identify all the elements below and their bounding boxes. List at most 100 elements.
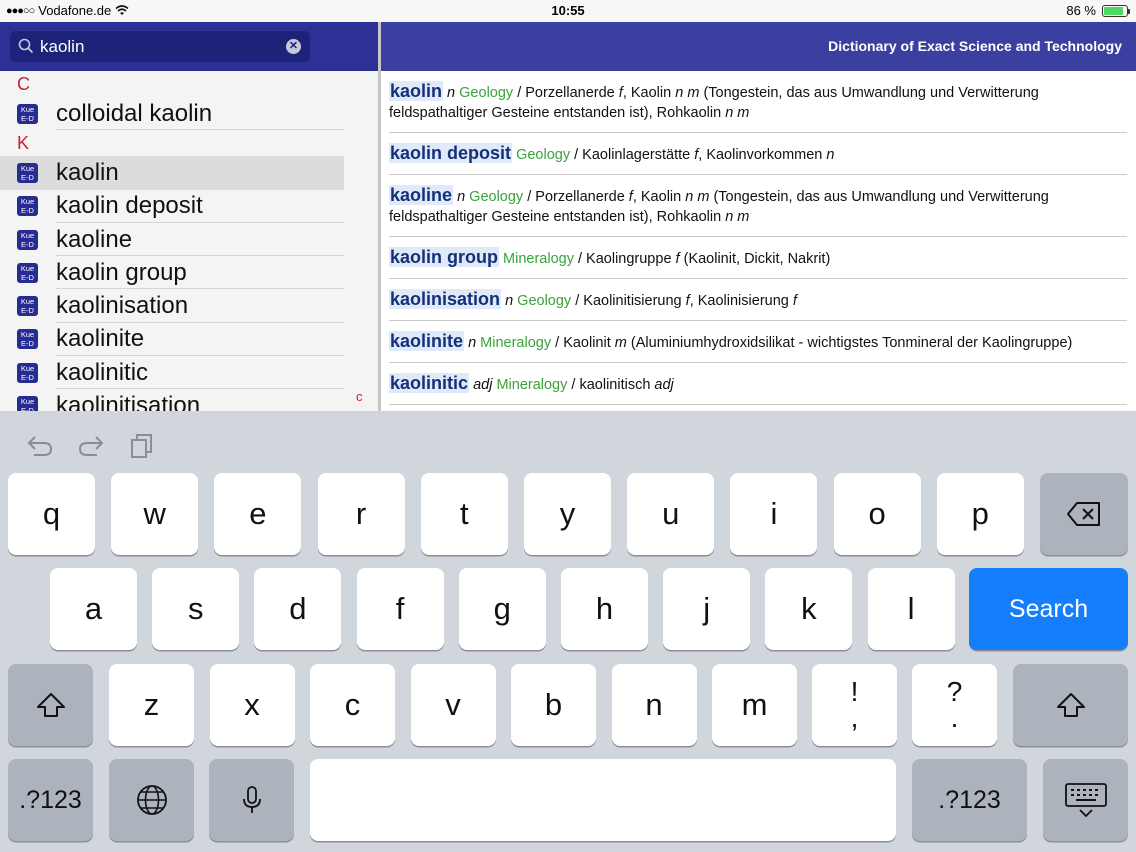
list-item-word: kaolin deposit — [56, 192, 203, 220]
key-e[interactable]: e — [214, 473, 302, 555]
key-i[interactable]: i — [730, 473, 818, 555]
globe-icon — [136, 785, 167, 815]
dictionary-icon-bottom-text: E-D — [21, 339, 34, 349]
key-d[interactable]: d — [254, 568, 342, 650]
key-l[interactable]: l — [867, 568, 955, 650]
key-h[interactable]: h — [561, 568, 648, 650]
dictation-key[interactable] — [209, 759, 294, 841]
microphone-icon — [242, 786, 261, 813]
dictionary-entry[interactable]: kaolin group Mineralogy / Kaolingruppe f… — [389, 237, 1127, 279]
entry-domain: Geology — [469, 189, 524, 205]
list-item[interactable]: Kue E-D kaolinisation — [0, 289, 378, 323]
key-w[interactable]: w — [111, 473, 199, 555]
word-list: C Kue E-D colloidal kaolin K Kue E-D kaolin Kue E… — [0, 71, 378, 411]
entry-headword: kaolinite — [389, 331, 465, 351]
key-z[interactable]: z — [109, 664, 194, 746]
clock: 10:55 — [551, 3, 585, 18]
dismiss-keyboard-key[interactable] — [1043, 759, 1128, 841]
list-item[interactable]: Kue E-D kaolinitic — [0, 356, 378, 390]
entry-part-of-speech: adj — [473, 377, 493, 393]
clear-search-icon[interactable]: ✕ — [286, 39, 301, 54]
list-item-word: kaolin group — [56, 258, 187, 286]
dictionary-icon: Kue E-D — [17, 162, 38, 183]
shift-icon — [1056, 693, 1085, 717]
key-t[interactable]: t — [420, 473, 508, 555]
entry-headword: kaolinitic — [389, 373, 470, 393]
key-question-period[interactable]: ?. — [912, 664, 997, 746]
dictionary-entry[interactable]: kaolin n Geology / Porzellanerde f, Kaol… — [389, 71, 1127, 133]
list-item-word: kaolinite — [56, 325, 145, 353]
backspace-key[interactable] — [1040, 473, 1128, 555]
search-field[interactable]: ✕ — [10, 31, 310, 62]
dictionary-entry[interactable]: kaoline n Geology / Porzellanerde f, Kao… — [389, 175, 1127, 237]
list-item-word: kaolinisation — [56, 292, 189, 320]
key-p[interactable]: p — [936, 473, 1024, 555]
shift-key-right[interactable] — [1013, 664, 1128, 746]
list-item[interactable]: Kue E-D kaolinitisation — [0, 389, 378, 411]
dictionary-icon-bottom-text: E-D — [21, 372, 34, 382]
globe-key[interactable] — [109, 759, 194, 841]
entry-headword: kaoline — [389, 185, 454, 205]
list-item[interactable]: Kue E-D colloidal kaolin — [0, 97, 378, 131]
dictionary-icon-bottom-text: E-D — [21, 272, 34, 282]
entry-domain: Geology — [459, 85, 514, 101]
key-q[interactable]: q — [8, 473, 95, 555]
entry-translation: / Kaolinit m (Aluminiumhydroxidsilikat -… — [555, 335, 1073, 351]
keyboard-dismiss-icon — [1064, 783, 1107, 818]
list-item[interactable]: Kue E-D kaolin deposit — [0, 190, 378, 223]
redo-icon[interactable] — [77, 433, 105, 457]
paste-icon[interactable] — [130, 433, 154, 459]
key-comma-label: , — [850, 702, 859, 733]
dictionary-icon-top-text: Kue — [20, 163, 35, 173]
key-r[interactable]: r — [317, 473, 405, 555]
battery-percent: 86 % — [1066, 3, 1096, 18]
key-n[interactable]: n — [611, 664, 697, 746]
entry-translation: / Kaolinlagerstätte f, Kaolinvorkommen n — [574, 147, 835, 163]
battery-icon — [1102, 4, 1130, 17]
key-m[interactable]: m — [712, 664, 797, 746]
key-v[interactable]: v — [410, 664, 496, 746]
numbers-key-right[interactable]: .?123 — [912, 759, 1027, 841]
dictionary-entry[interactable]: kaolin deposit Geology / Kaolinlagerstät… — [389, 133, 1127, 175]
search-key[interactable]: Search — [969, 568, 1128, 650]
dictionary-icon: Kue E-D — [17, 229, 38, 250]
key-a[interactable]: a — [50, 568, 137, 650]
undo-icon[interactable] — [26, 433, 54, 457]
list-item-word: colloidal kaolin — [56, 99, 213, 127]
space-key[interactable] — [310, 759, 896, 841]
dictionary-entry[interactable]: kaolinitic adj Mineralogy / kaolinitisch… — [389, 363, 1127, 405]
dictionary-title: Dictionary of Exact Science and Technolo… — [381, 22, 1136, 71]
key-x[interactable]: x — [209, 664, 295, 746]
key-j[interactable]: j — [663, 568, 751, 650]
detail-pane: Dictionary of Exact Science and Technolo… — [381, 22, 1136, 411]
shift-key-left[interactable] — [8, 664, 93, 746]
status-bar: ●●●○○ Vodafone.de 10:55 86 % — [0, 0, 1136, 22]
key-f[interactable]: f — [356, 568, 444, 650]
key-c[interactable]: c — [310, 664, 395, 746]
list-item-word: kaolinitic — [56, 358, 149, 386]
dictionary-entry[interactable]: kaolinisation n Geology / Kaolinitisieru… — [389, 279, 1127, 321]
entry-headword: kaolinisation — [389, 289, 502, 309]
key-exclaim-comma[interactable]: !, — [812, 664, 897, 746]
shift-icon — [36, 693, 65, 717]
list-item[interactable]: Kue E-D kaoline — [0, 223, 378, 257]
search-input[interactable] — [40, 34, 280, 59]
key-y[interactable]: y — [524, 473, 611, 555]
entry-translation: / Kaolinitisierung f, Kaolinisierung f — [575, 293, 797, 309]
dictionary-icon: Kue E-D — [17, 362, 38, 383]
numbers-key-left[interactable]: .?123 — [8, 759, 93, 841]
key-g[interactable]: g — [458, 568, 546, 650]
key-s[interactable]: s — [152, 568, 240, 650]
list-item[interactable]: Kue E-D kaolinite — [0, 323, 378, 357]
dictionary-icon-top-text: Kue — [20, 397, 35, 407]
entry-part-of-speech: n — [505, 293, 514, 309]
list-item[interactable]: Kue E-D kaolin — [0, 156, 344, 190]
section-index-letter[interactable]: c — [356, 389, 363, 404]
key-k[interactable]: k — [765, 568, 853, 650]
key-u[interactable]: u — [627, 473, 715, 555]
section-header: C — [17, 74, 30, 94]
list-item[interactable]: Kue E-D kaolin group — [0, 256, 378, 290]
key-b[interactable]: b — [511, 664, 596, 746]
dictionary-entry[interactable]: kaolinite n Mineralogy / Kaolinit m (Alu… — [389, 321, 1127, 363]
key-o[interactable]: o — [833, 473, 921, 555]
